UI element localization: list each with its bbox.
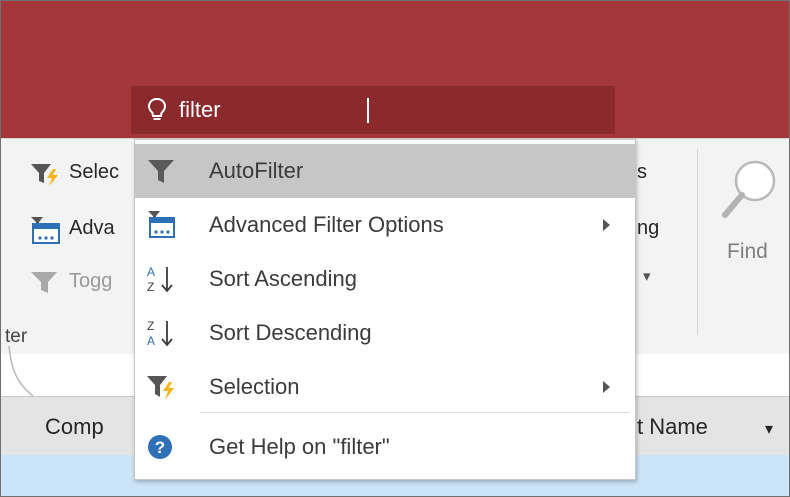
selection-button-label[interactable]: Selec xyxy=(69,161,119,184)
spelling-item-label-fragment[interactable]: ng xyxy=(637,217,659,240)
menu-item-label: Get Help on "filter" xyxy=(209,434,390,459)
ribbon-group-separator xyxy=(697,149,698,335)
access-window: filter Selec Adva Togg ter s ng ▾ Find C… xyxy=(0,0,790,497)
menu-item-label: Selection xyxy=(209,374,300,399)
advanced-filter-icon[interactable] xyxy=(29,215,63,245)
menu-item-sort-descending[interactable]: Z A Sort Descending xyxy=(135,306,635,360)
submenu-arrow-icon xyxy=(603,381,610,393)
menu-item-sort-ascending[interactable]: A Z Sort Ascending xyxy=(135,252,635,306)
selection-filter-icon[interactable] xyxy=(29,161,63,187)
ribbon-group-label: ter xyxy=(5,326,28,347)
search-query-text[interactable]: filter xyxy=(179,97,221,123)
filter-icon xyxy=(148,160,174,183)
tell-me-results-menu: AutoFilter Advanced Filter Options A Z S… xyxy=(134,139,636,480)
document-tab-edge xyxy=(8,346,34,397)
submenu-arrow-icon xyxy=(603,219,610,231)
menu-item-selection[interactable]: Selection xyxy=(135,360,635,414)
lightbulb-icon xyxy=(147,97,167,120)
selection-filter-icon xyxy=(147,376,174,400)
menu-item-label: AutoFilter xyxy=(209,158,304,183)
svg-text:A: A xyxy=(147,334,155,348)
help-icon: ? xyxy=(148,435,172,459)
records-item-label-fragment[interactable]: s xyxy=(637,161,647,184)
column-sort-dropdown-arrow[interactable]: ▾ xyxy=(765,419,773,439)
menu-item-get-help[interactable]: ? Get Help on "filter" xyxy=(135,420,635,474)
svg-text:Z: Z xyxy=(147,319,154,333)
menu-item-autofilter[interactable]: AutoFilter xyxy=(135,144,635,198)
advanced-button-label[interactable]: Adva xyxy=(69,217,115,240)
svg-text:?: ? xyxy=(155,438,165,457)
svg-text:A: A xyxy=(147,265,155,279)
menu-item-label: Sort Descending xyxy=(209,320,372,345)
sort-ascending-icon: A Z xyxy=(147,265,173,294)
sort-descending-icon: Z A xyxy=(147,319,173,348)
advanced-filter-icon xyxy=(148,211,175,238)
menu-divider xyxy=(200,412,630,413)
text-caret xyxy=(367,98,369,123)
last-name-column-header[interactable]: t Name xyxy=(637,414,708,440)
menu-item-label: Advanced Filter Options xyxy=(209,212,444,237)
menu-item-label: Sort Ascending xyxy=(209,266,357,291)
magnifier-icon[interactable] xyxy=(719,157,779,223)
svg-text:Z: Z xyxy=(147,280,154,294)
toggle-filter-button-label[interactable]: Togg xyxy=(69,270,112,293)
menu-item-advanced-filter-options[interactable]: Advanced Filter Options xyxy=(135,198,635,252)
company-column-header[interactable]: Comp xyxy=(45,414,104,440)
tell-me-search-box[interactable]: filter xyxy=(131,86,615,134)
more-dropdown-arrow[interactable]: ▾ xyxy=(643,267,651,285)
find-button-label[interactable]: Find xyxy=(727,240,768,264)
toggle-filter-icon[interactable] xyxy=(29,269,63,295)
